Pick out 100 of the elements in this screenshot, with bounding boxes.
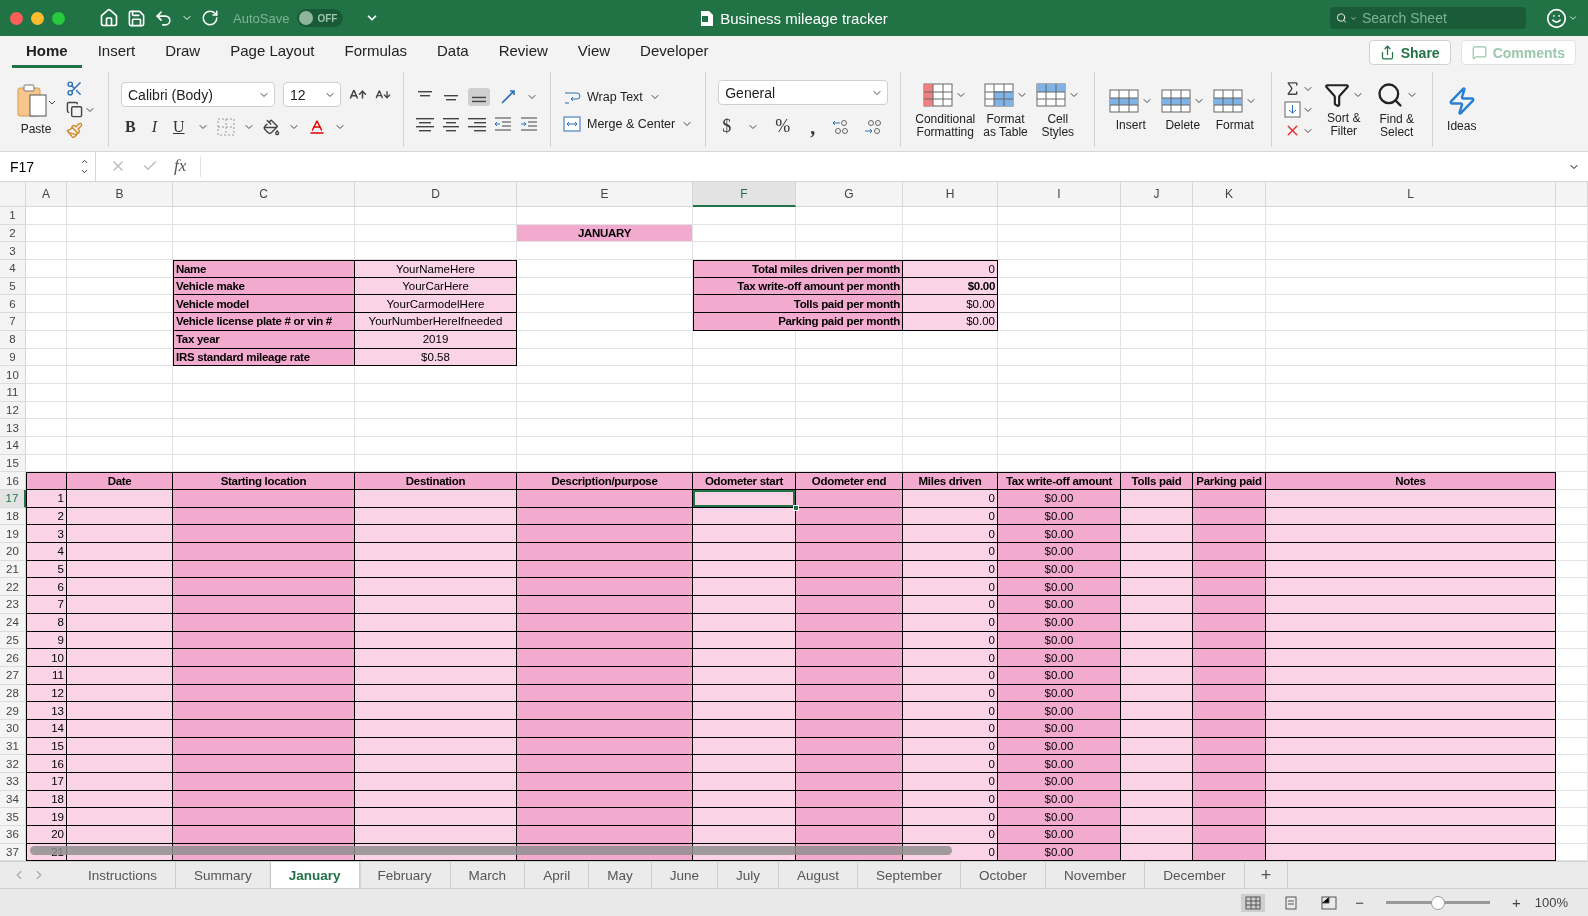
row-header[interactable]: 17 — [0, 490, 26, 508]
font-name-field[interactable]: Calibri (Body) — [121, 82, 275, 108]
row-header[interactable]: 16 — [0, 472, 26, 490]
table-cell[interactable]: 0 — [903, 808, 998, 827]
row-number[interactable]: 16 — [26, 755, 67, 773]
table-cell[interactable]: 0 — [903, 649, 998, 667]
styles-button[interactable]: Cell Styles — [1033, 80, 1082, 139]
autosave-toggle[interactable]: OFF — [297, 9, 344, 27]
row-header[interactable]: 35 — [0, 808, 26, 827]
row-number[interactable]: 6 — [26, 578, 67, 597]
bold-button[interactable]: B — [121, 117, 140, 137]
row-header[interactable]: 29 — [0, 702, 26, 720]
row-number[interactable]: 10 — [26, 649, 67, 667]
table-cell[interactable]: 0 — [903, 260, 998, 278]
table-cell[interactable]: $0.00 — [998, 596, 1121, 614]
table-cell[interactable]: Vehicle license plate # or vin # — [173, 313, 355, 331]
column-heading[interactable]: Description/purpose — [517, 472, 693, 490]
search-field[interactable]: Search Sheet — [1330, 7, 1526, 29]
column-header[interactable]: K — [1193, 182, 1266, 207]
cells-button[interactable]: Delete — [1158, 87, 1207, 132]
column-heading[interactable]: Destination — [355, 472, 517, 490]
row-number[interactable]: 1 — [26, 490, 67, 508]
table-cell[interactable]: $0.00 — [903, 295, 998, 314]
table-cell[interactable]: $0.00 — [998, 525, 1121, 544]
comma-style-button[interactable]: , — [806, 115, 820, 139]
row-number[interactable]: 3 — [26, 525, 67, 544]
table-cell[interactable]: $0.00 — [998, 578, 1121, 597]
table-cell[interactable]: $0.00 — [998, 649, 1121, 667]
underline-button[interactable]: U — [169, 117, 189, 137]
column-heading[interactable]: Tax write-off amount — [998, 472, 1121, 490]
table-cell[interactable]: $0.00 — [903, 313, 998, 331]
column-header[interactable]: G — [796, 182, 903, 207]
row-number[interactable]: 17 — [26, 773, 67, 791]
row-header[interactable]: 22 — [0, 578, 26, 597]
ribbon-tab[interactable]: View — [563, 42, 625, 68]
table-cell[interactable]: $0.00 — [998, 808, 1121, 827]
column-header[interactable]: D — [355, 182, 517, 207]
ideas-button[interactable]: Ideas — [1444, 86, 1479, 133]
column-header[interactable]: E — [517, 182, 693, 207]
row-header[interactable]: 10 — [0, 366, 26, 384]
wrap-text-button[interactable]: Wrap Text — [563, 87, 661, 106]
ribbon-tab[interactable]: Insert — [83, 42, 150, 68]
percent-button[interactable]: % — [771, 116, 795, 138]
row-header[interactable]: 23 — [0, 596, 26, 614]
table-cell[interactable]: 0 — [903, 578, 998, 597]
table-cell[interactable]: $0.00 — [998, 826, 1121, 844]
zoom-out-button[interactable]: − — [1355, 894, 1364, 911]
ribbon-tab[interactable]: Review — [484, 42, 562, 68]
column-heading[interactable]: Tolls paid — [1121, 472, 1193, 490]
row-header[interactable]: 1 — [0, 207, 26, 225]
column-heading[interactable]: Date — [67, 472, 173, 490]
paste-button[interactable]: Paste — [14, 83, 58, 136]
row-header[interactable]: 13 — [0, 419, 26, 437]
table-cell[interactable]: YourCarmodelHere — [355, 295, 517, 314]
font-size-field[interactable]: 12 — [283, 82, 341, 108]
sort-filter-button[interactable]: Sort & Filter — [1321, 81, 1366, 138]
row-number[interactable]: 19 — [26, 808, 67, 827]
table-cell[interactable]: 0 — [903, 773, 998, 791]
table-cell[interactable]: $0.00 — [998, 543, 1121, 561]
table-cell[interactable]: $0.00 — [998, 490, 1121, 508]
row-header[interactable]: 20 — [0, 543, 26, 561]
share-button[interactable]: Share — [1368, 40, 1451, 65]
row-number[interactable]: 13 — [26, 702, 67, 720]
merge-center-button[interactable]: Merge & Center — [563, 115, 694, 132]
sheet-tab[interactable]: January — [270, 862, 360, 888]
column-header[interactable]: B — [67, 182, 173, 207]
search-input[interactable]: Search Sheet — [1360, 9, 1520, 27]
table-cell[interactable]: $0.00 — [998, 702, 1121, 720]
table-cell[interactable]: YourNumberHereIfneeded — [355, 313, 517, 331]
cells-button[interactable]: Insert — [1106, 87, 1155, 132]
styles-button[interactable]: Conditional Formatting — [913, 80, 978, 139]
table-cell[interactable]: Total miles driven per month — [693, 260, 903, 278]
ribbon-tab[interactable]: Data — [423, 42, 483, 68]
column-header[interactable]: F — [693, 182, 796, 207]
ribbon-tab[interactable]: Developer — [626, 42, 723, 68]
row-number[interactable]: 20 — [26, 826, 67, 844]
column-heading[interactable]: Miles driven — [903, 472, 998, 490]
table-cell[interactable]: Name — [173, 260, 355, 278]
row-header[interactable]: 4 — [0, 260, 26, 278]
column-heading[interactable]: Odometer start — [693, 472, 796, 490]
ribbon-tab[interactable]: Page Layout — [216, 42, 329, 68]
table-cell[interactable]: 0 — [903, 755, 998, 773]
column-header[interactable]: H — [903, 182, 998, 207]
column-heading[interactable]: Parking paid — [1193, 472, 1266, 490]
cells-button[interactable]: Format — [1210, 87, 1259, 132]
styles-button[interactable]: Format as Table — [981, 80, 1030, 139]
row-header[interactable]: 7 — [0, 313, 26, 331]
row-header[interactable]: 32 — [0, 755, 26, 773]
table-cell[interactable]: 0 — [903, 596, 998, 614]
italic-button[interactable]: I — [147, 117, 161, 137]
row-header[interactable]: 19 — [0, 525, 26, 544]
column-header[interactable]: I — [998, 182, 1121, 207]
column-header[interactable]: J — [1121, 182, 1193, 207]
table-cell[interactable]: 0 — [903, 525, 998, 544]
currency-button[interactable]: $ — [718, 116, 736, 138]
column-header[interactable]: C — [173, 182, 355, 207]
table-cell[interactable]: $0.00 — [998, 773, 1121, 791]
column-header[interactable]: L — [1266, 182, 1556, 207]
table-cell[interactable]: Parking paid per month — [693, 313, 903, 331]
number-format-field[interactable]: General — [718, 80, 889, 105]
